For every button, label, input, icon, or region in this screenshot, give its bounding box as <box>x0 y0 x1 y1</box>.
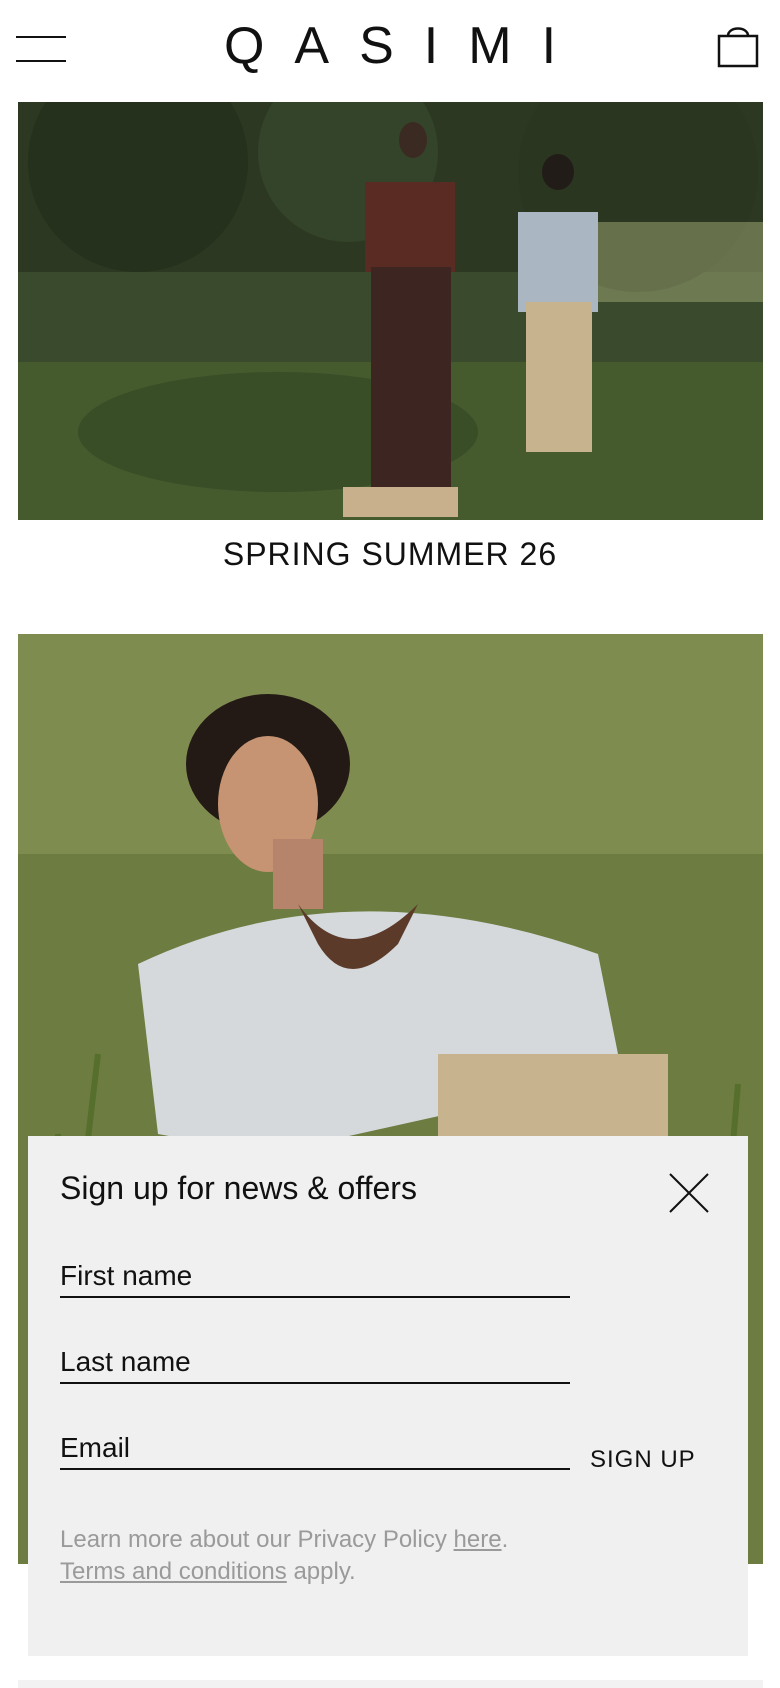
first-name-input[interactable] <box>60 1250 570 1296</box>
legal-notice: Learn more about our Privacy Policy here… <box>60 1524 508 1588</box>
site-header: QASIMI <box>0 0 780 100</box>
privacy-text: Learn more about our Privacy Policy <box>60 1526 454 1553</box>
brand-logo[interactable]: QASIMI <box>0 16 780 76</box>
popup-title: Sign up for news & offers <box>60 1170 417 1206</box>
hero-image-1-graphic <box>18 102 763 520</box>
close-icon[interactable] <box>668 1172 710 1214</box>
collection-caption[interactable]: SPRING SUMMER 26 <box>0 534 780 574</box>
shopping-bag-icon[interactable] <box>716 22 760 68</box>
hero-image-spring-summer[interactable] <box>18 102 763 520</box>
first-name-field[interactable] <box>60 1250 570 1298</box>
email-input[interactable] <box>60 1422 570 1468</box>
terms-end: apply. <box>286 1558 356 1585</box>
sign-up-button[interactable]: SIGN UP <box>590 1446 696 1474</box>
email-field[interactable] <box>60 1422 570 1470</box>
bottom-strip <box>18 1680 763 1688</box>
privacy-end: . <box>501 1526 509 1553</box>
last-name-field[interactable] <box>60 1336 570 1384</box>
last-name-input[interactable] <box>60 1336 570 1382</box>
terms-link[interactable]: Terms and conditions <box>60 1558 287 1585</box>
privacy-link[interactable]: here <box>454 1526 502 1553</box>
